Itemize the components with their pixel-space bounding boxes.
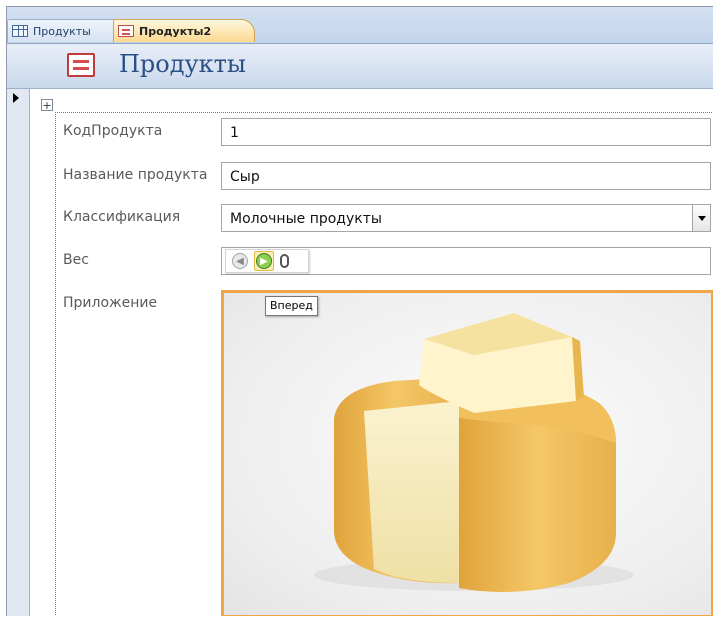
attachment-control[interactable]: [221, 290, 713, 616]
page-title: Продукты: [119, 50, 247, 78]
tab-label: Продукты2: [139, 24, 212, 38]
forward-tooltip: Вперед: [265, 296, 318, 316]
label-prilozhenie: Приложение: [63, 295, 158, 311]
current-record-arrow-icon: [13, 93, 19, 103]
layout-move-handle-icon[interactable]: +: [41, 99, 53, 111]
table-icon: [12, 25, 28, 37]
tab-produkty[interactable]: Продукты: [7, 19, 125, 42]
tab-produkty2[interactable]: Продукты2: [113, 19, 255, 42]
forward-button[interactable]: ▶: [254, 251, 274, 271]
combo-dropdown-button[interactable]: [692, 205, 710, 231]
label-nazvanie-produkta: Название продукта: [63, 167, 208, 183]
access-window: Продукты Продукты2 Продукты + КодПродукт…: [6, 6, 713, 616]
form-icon: [67, 53, 95, 77]
combo-value: Молочные продукты: [230, 211, 382, 227]
forward-icon: ▶: [256, 253, 272, 269]
kod-produkta-field[interactable]: 1: [221, 118, 711, 146]
label-klassifikaciya: Классификация: [63, 209, 181, 225]
label-ves: Вес: [63, 252, 89, 268]
attachment-mini-toolbar: ◀ ▶: [225, 249, 309, 273]
back-icon[interactable]: ◀: [232, 253, 248, 269]
paperclip-icon[interactable]: [280, 254, 289, 268]
record-selector[interactable]: [7, 89, 30, 616]
tab-label: Продукты: [33, 24, 91, 38]
chevron-down-icon: [697, 215, 706, 221]
form-icon: [118, 25, 134, 37]
label-kod-produkta: КодПродукта: [63, 123, 163, 139]
form-gutter: [30, 89, 38, 616]
form-header: Продукты: [7, 44, 713, 89]
klassifikaciya-combo[interactable]: Молочные продукты: [221, 204, 711, 232]
nazvanie-produkta-field[interactable]: Сыр: [221, 162, 711, 190]
document-tab-bar: Продукты Продукты2: [7, 7, 713, 44]
cheese-image: [314, 313, 634, 592]
